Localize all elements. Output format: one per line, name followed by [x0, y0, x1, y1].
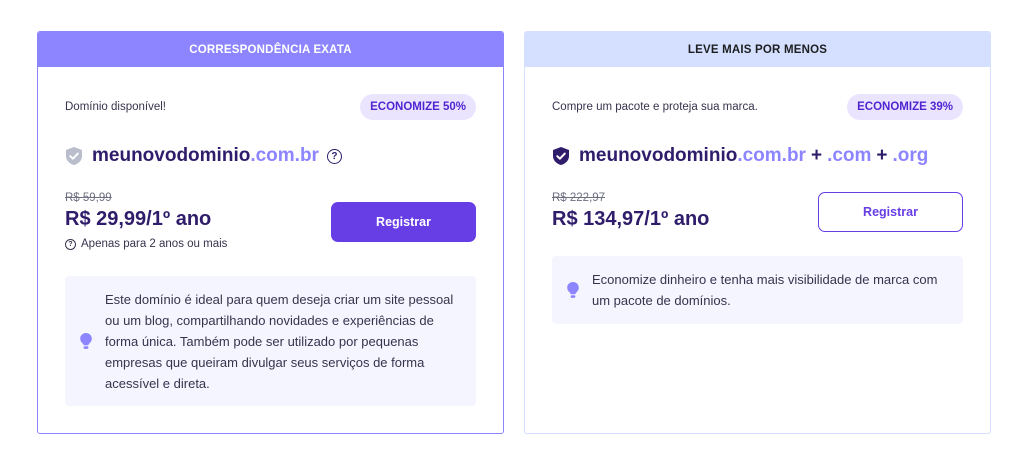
domain-tld-com: .com [827, 145, 872, 166]
domain-name: meunovodominio [579, 145, 738, 166]
domain-tld: .com.br [250, 145, 319, 166]
info-box: Economize dinheiro e tenha mais visibili… [552, 256, 963, 324]
register-button[interactable]: Registrar [818, 192, 963, 232]
discount-badge: ECONOMIZE 39% [847, 94, 963, 120]
info-text: Economize dinheiro e tenha mais visibili… [592, 272, 938, 308]
discount-badge: ECONOMIZE 50% [360, 94, 476, 120]
shield-check-icon [65, 146, 83, 166]
domain-tld-org: .org [892, 145, 929, 166]
register-button[interactable]: Registrar [331, 202, 476, 242]
info-text: Este domínio é ideal para quem deseja cr… [105, 291, 454, 391]
info-box: Este domínio é ideal para quem deseja cr… [65, 276, 476, 406]
current-price: R$ 29,99/1º ano [65, 208, 212, 230]
domain-row: meunovodominio .com.br ? [65, 144, 342, 168]
question-circle-icon[interactable]: ? [326, 148, 342, 164]
availability-text: Domínio disponível! [65, 101, 166, 113]
card-header: LEVE MAIS POR MENOS [525, 32, 990, 67]
plus-sign: + [876, 145, 888, 166]
domain-row: meunovodominio .com.br + .com + .org [552, 144, 928, 168]
domain-tld: .com.br [737, 145, 806, 166]
price-note-text: Apenas para 2 anos ou mais [81, 238, 228, 250]
bundle-description: Compre um pacote e proteja sua marca. [552, 101, 758, 113]
card-top-row: Compre um pacote e proteja sua marca. EC… [552, 94, 963, 120]
bundle-card: LEVE MAIS POR MENOS Compre um pacote e p… [524, 31, 991, 434]
current-price: R$ 134,97/1º ano [552, 208, 710, 230]
exact-match-card: CORRESPONDÊNCIA EXATA Domínio disponível… [37, 31, 504, 434]
lightbulb-icon [79, 332, 93, 350]
old-price: R$ 222,97 [552, 192, 606, 204]
domain-name: meunovodominio [92, 145, 251, 166]
card-top-row: Domínio disponível! ECONOMIZE 50% [65, 94, 476, 120]
old-price: R$ 59,99 [65, 192, 112, 204]
shield-check-icon [552, 146, 570, 166]
question-circle-icon: ? [65, 238, 76, 250]
price-note: ? Apenas para 2 anos ou mais [65, 238, 227, 250]
lightbulb-icon [566, 281, 580, 299]
plus-sign: + [810, 145, 823, 166]
card-header: CORRESPONDÊNCIA EXATA [38, 32, 503, 67]
